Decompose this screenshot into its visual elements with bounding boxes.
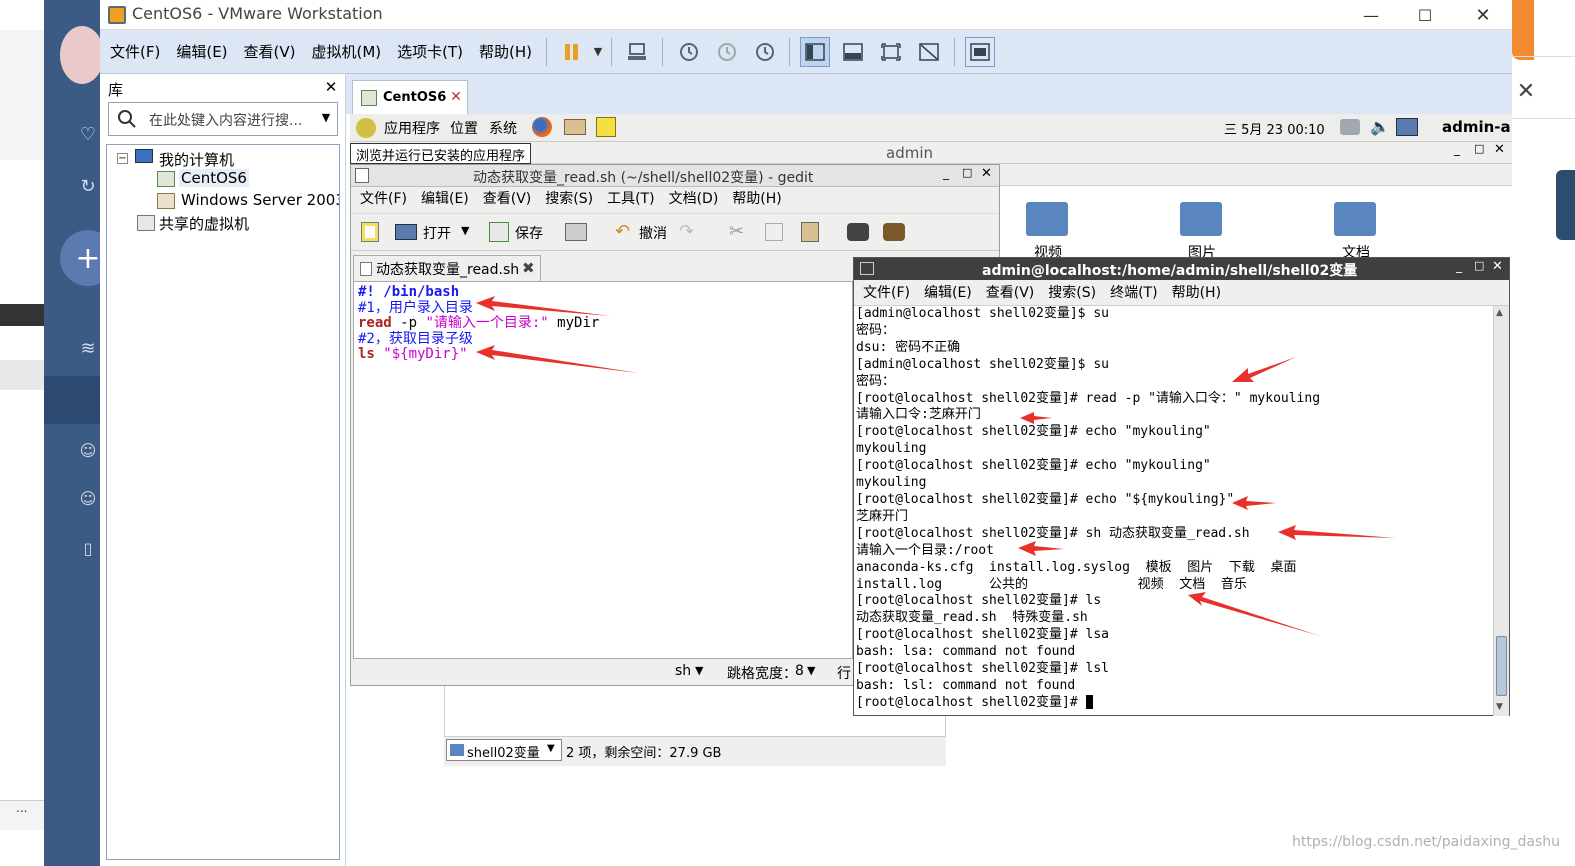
annotation-arrow	[1188, 592, 1320, 636]
annotation-arrow	[476, 345, 638, 373]
annotation-arrow	[476, 296, 610, 316]
annotation-arrow	[1232, 357, 1296, 382]
annotation-arrow	[1278, 525, 1396, 540]
watermark: https://blog.csdn.net/paidaxing_dashu	[1292, 834, 1561, 850]
annotation-arrow	[1018, 541, 1064, 556]
annotation-arrow	[1020, 412, 1052, 424]
annotation-arrow	[1232, 496, 1276, 510]
annotation-arrows	[476, 296, 1396, 636]
